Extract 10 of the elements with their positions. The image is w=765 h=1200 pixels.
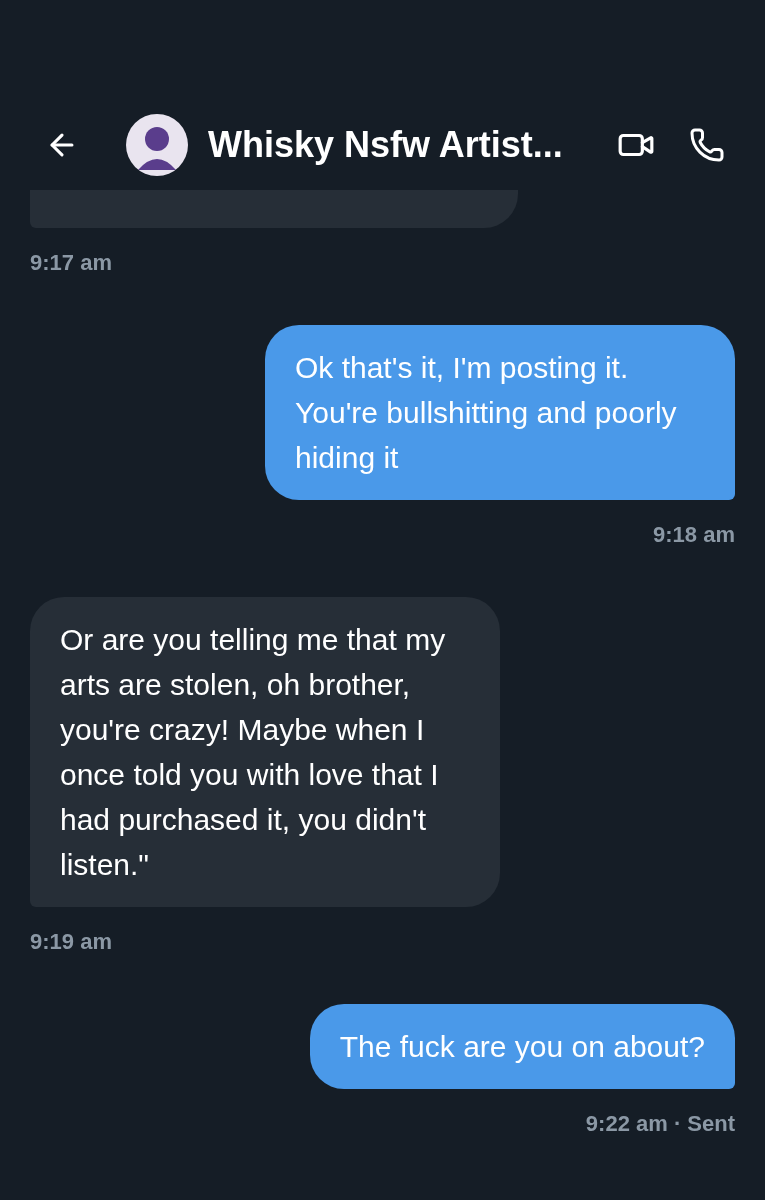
phone-icon[interactable] — [689, 127, 725, 163]
message-time: 9:22 am · Sent — [585, 1110, 735, 1138]
avatar-icon[interactable] — [126, 114, 188, 176]
message-bubble: Or are you telling me that my arts are stolen, oh brother, you're crazy! Maybe when I once told you with love that I had purchased it, you didn't listen." — [30, 597, 500, 907]
message-bubble: The fuck are you on about? — [309, 1004, 735, 1089]
chat-title: Whisky Nsfw Artist... — [208, 123, 563, 167]
message-time: 9:17 am — [30, 249, 112, 277]
message-time: 9:18 am — [653, 521, 735, 549]
message-time: 9:19 am — [30, 928, 112, 956]
message-bubble: Ok that's it, I'm posting it. You're bullshitting and poorly hiding it — [265, 325, 735, 500]
